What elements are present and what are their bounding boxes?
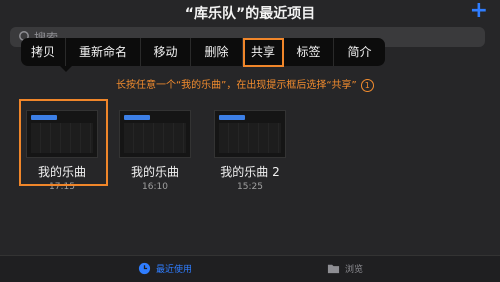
tab-bar: 最近使用 浏览 xyxy=(0,255,500,282)
context-menu: 拷贝 重新命名 移动 删除 共享 标签 简介 xyxy=(21,38,385,66)
tab-browse[interactable]: 浏览 xyxy=(327,262,363,275)
file-time: 15:25 xyxy=(237,182,263,192)
file-item[interactable]: 我的乐曲 2 15:25 xyxy=(210,110,290,192)
file-time: 16:10 xyxy=(142,182,168,192)
file-thumbnail xyxy=(214,110,286,158)
tab-browse-label: 浏览 xyxy=(345,265,364,275)
plus-icon[interactable]: + xyxy=(470,0,488,23)
menu-pointer xyxy=(60,66,72,72)
clock-icon xyxy=(138,262,151,275)
tab-recent-label: 最近使用 xyxy=(156,265,193,275)
hint-text: 长按任意一个“我的乐曲”，在出现提示框后选择“共享” 1 xyxy=(116,76,374,92)
top-bar: “库乐队”的最近项目 + xyxy=(0,0,500,26)
page-title: “库乐队”的最近项目 xyxy=(184,6,316,22)
share-highlight-box xyxy=(243,38,284,67)
step-number-badge: 1 xyxy=(360,78,374,92)
file-name: 我的乐曲 2 xyxy=(220,165,280,179)
file-highlight-box xyxy=(19,99,108,186)
tab-recent[interactable]: 最近使用 xyxy=(138,262,192,275)
menu-item-delete[interactable]: 删除 xyxy=(191,38,243,66)
file-name: 我的乐曲 xyxy=(130,165,179,179)
hint-label: 长按任意一个“我的乐曲”，在出现提示框后选择“共享” xyxy=(116,80,357,91)
menu-item-move[interactable]: 移动 xyxy=(141,38,191,66)
menu-item-copy[interactable]: 拷贝 xyxy=(21,38,66,66)
menu-item-tag[interactable]: 标签 xyxy=(284,38,334,66)
menu-item-info[interactable]: 简介 xyxy=(334,38,385,66)
file-item[interactable]: 我的乐曲 16:10 xyxy=(115,110,195,192)
menu-item-rename[interactable]: 重新命名 xyxy=(66,38,141,66)
file-thumbnail xyxy=(119,110,191,158)
folder-icon xyxy=(327,264,340,274)
